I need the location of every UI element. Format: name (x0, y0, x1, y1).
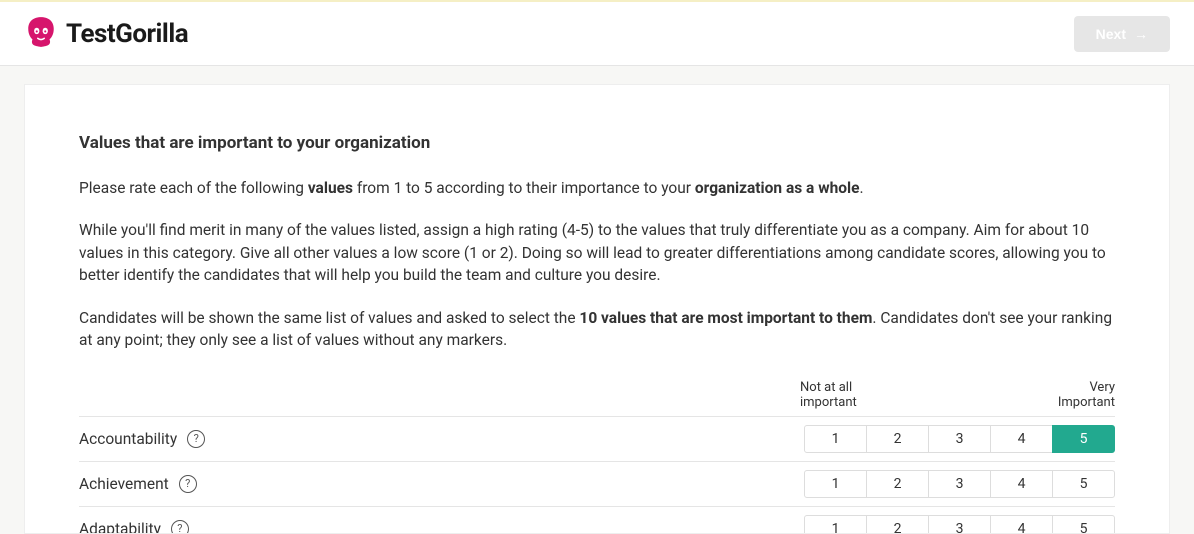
rating-row-label: Accountability? (79, 430, 205, 448)
value-name: Adaptability (79, 520, 161, 534)
rating-option-1[interactable]: 1 (804, 470, 867, 498)
rating-options: 12345 (804, 515, 1115, 534)
rating-option-5[interactable]: 5 (1052, 515, 1115, 534)
text: Very (1058, 380, 1115, 395)
brand: TestGorilla (24, 15, 188, 53)
app-header: TestGorilla Next → (0, 0, 1194, 66)
rating-options: 12345 (804, 470, 1115, 498)
rating-option-4[interactable]: 4 (990, 470, 1053, 498)
rating-option-2[interactable]: 2 (866, 470, 929, 498)
text-bold: organization as a whole (695, 179, 860, 197)
intro-paragraph-3: Candidates will be shown the same list o… (79, 307, 1115, 352)
rating-option-4[interactable]: 4 (990, 425, 1053, 453)
intro-paragraph-2: While you'll find merit in many of the v… (79, 219, 1115, 286)
arrow-right-icon: → (1134, 26, 1148, 42)
rating-option-5[interactable]: 5 (1052, 425, 1115, 453)
next-button[interactable]: Next → (1074, 16, 1170, 52)
gorilla-logo-icon (24, 15, 58, 53)
next-button-label: Next (1096, 26, 1126, 42)
rating-option-3[interactable]: 3 (928, 470, 991, 498)
rating-rows: Accountability?12345Achievement?12345Ada… (79, 416, 1115, 534)
help-icon[interactable]: ? (179, 475, 197, 493)
rating-option-5[interactable]: 5 (1052, 470, 1115, 498)
text-bold: 10 values that are most important to the… (579, 309, 872, 327)
text: from 1 to 5 according to their importanc… (353, 179, 695, 197)
rating-row-label: Adaptability? (79, 520, 189, 534)
rating-option-1[interactable]: 1 (804, 425, 867, 453)
text: Please rate each of the following (79, 179, 308, 197)
intro-paragraph-1: Please rate each of the following values… (79, 177, 1115, 199)
text: Not at all (800, 380, 857, 395)
rating-row: Adaptability? 12345 (79, 506, 1115, 534)
scale-header: Not at all important Very Important (79, 380, 1115, 410)
rating-option-2[interactable]: 2 (866, 515, 929, 534)
help-icon[interactable]: ? (187, 430, 205, 448)
help-icon[interactable]: ? (171, 520, 189, 534)
text: Important (1058, 395, 1115, 410)
rating-option-2[interactable]: 2 (866, 425, 929, 453)
content-card: Values that are important to your organi… (24, 84, 1170, 534)
text: . (860, 179, 864, 197)
scale-high-label: Very Important (1058, 380, 1115, 410)
scale-header-inner: Not at all important Very Important (800, 380, 1115, 410)
value-name: Accountability (79, 430, 177, 448)
rating-option-3[interactable]: 3 (928, 515, 991, 534)
scale-low-label: Not at all important (800, 380, 857, 410)
rating-row-label: Achievement? (79, 475, 197, 493)
rating-row: Achievement? 12345 (79, 461, 1115, 506)
rating-row: Accountability? 12345 (79, 416, 1115, 461)
value-name: Achievement (79, 475, 169, 493)
text: important (800, 395, 857, 410)
text-bold: values (308, 179, 353, 197)
rating-option-1[interactable]: 1 (804, 515, 867, 534)
rating-options: 12345 (804, 425, 1115, 453)
rating-option-4[interactable]: 4 (990, 515, 1053, 534)
section-title: Values that are important to your organi… (79, 133, 1115, 153)
rating-option-3[interactable]: 3 (928, 425, 991, 453)
brand-name: TestGorilla (66, 19, 188, 49)
text: Candidates will be shown the same list o… (79, 309, 579, 327)
